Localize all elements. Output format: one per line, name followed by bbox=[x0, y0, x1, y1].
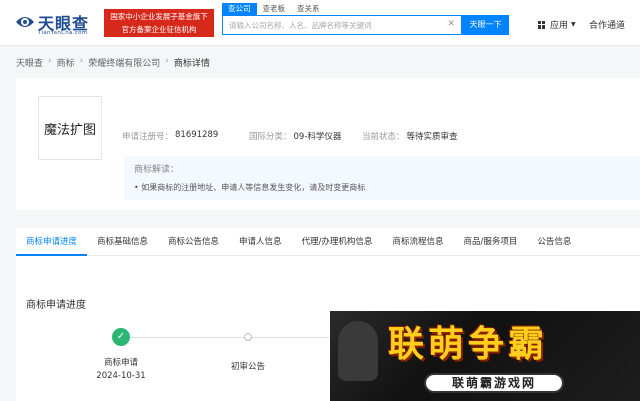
game-ad-overlay[interactable]: 联萌争霸 联萌霸游戏网 bbox=[330, 311, 640, 401]
grid-icon bbox=[538, 20, 546, 29]
cooperation-link[interactable]: 合作通道 bbox=[589, 18, 625, 31]
registration-number-value: 81691289 bbox=[175, 130, 219, 140]
search-tab-company[interactable]: 查公司 bbox=[222, 3, 257, 15]
search-tab-boss[interactable]: 查老板 bbox=[257, 3, 292, 15]
banner-line-2: 官方备案企业征信机构 bbox=[121, 25, 197, 34]
registration-number: 申请注册号： 81691289 bbox=[122, 130, 218, 142]
international-class-value: 09-科学仪器 bbox=[293, 132, 342, 142]
ad-subtitle: 联萌霸游戏网 bbox=[424, 373, 564, 393]
breadcrumb-separator: › bbox=[165, 56, 169, 66]
apps-menu[interactable]: 应用 ▼ bbox=[538, 18, 576, 31]
breadcrumb-company[interactable]: 荣耀终端有限公司 bbox=[88, 56, 160, 69]
logo-subtext: TianYanCha.com bbox=[38, 30, 88, 36]
current-status-value: 等待实质审查 bbox=[406, 132, 458, 142]
breadcrumb-separator: › bbox=[48, 56, 52, 66]
search-tab-relation[interactable]: 查关系 bbox=[291, 3, 326, 15]
tab-public-notice[interactable]: 公告信息 bbox=[527, 228, 581, 256]
clear-icon[interactable]: ✕ bbox=[447, 19, 455, 29]
progress-line bbox=[129, 337, 329, 338]
trademark-info-card: 魔法扩图 申请注册号： 81691289 国际分类： 09-科学仪器 当前状态：… bbox=[16, 78, 640, 210]
breadcrumb-trademark[interactable]: 商标 bbox=[57, 56, 75, 69]
check-icon: ✓ bbox=[112, 328, 130, 346]
chevron-down-icon: ▼ bbox=[571, 21, 576, 28]
search-tabs: 查公司 查老板 查关系 bbox=[222, 3, 326, 15]
breadcrumb-home[interactable]: 天眼查 bbox=[16, 56, 43, 69]
ad-figure-image bbox=[338, 321, 378, 381]
step-date-application: 2024-10-31 bbox=[96, 371, 146, 381]
credential-banner[interactable]: 国家中小企业发展子基金旗下 官方备案企业征信机构 bbox=[104, 9, 214, 37]
top-header: 天眼查 TianYanCha.com 国家中小企业发展子基金旗下 官方备案企业征… bbox=[0, 0, 640, 46]
step-label-preliminary: 初审公告 bbox=[230, 362, 265, 372]
eye-logo-icon bbox=[16, 17, 34, 27]
registration-number-label: 申请注册号： bbox=[122, 132, 174, 142]
tab-announcement-info[interactable]: 商标公告信息 bbox=[158, 228, 229, 256]
explanation-title: 商标解读： bbox=[134, 165, 180, 175]
breadcrumb-separator: › bbox=[79, 56, 84, 66]
tab-applicant-info[interactable]: 申请人信息 bbox=[229, 228, 292, 256]
international-class: 国际分类： 09-科学仪器 bbox=[249, 130, 341, 142]
ad-title: 联萌争霸 bbox=[388, 324, 549, 365]
tianyancha-logo[interactable]: 天眼查 TianYanCha.com bbox=[14, 10, 104, 38]
detail-tabs: 商标申请进度 商标基础信息 商标公告信息 申请人信息 代理/办理机构信息 商标流… bbox=[16, 228, 640, 256]
tab-goods-services[interactable]: 商品/服务项目 bbox=[453, 228, 527, 256]
tab-agency-info[interactable]: 代理/办理机构信息 bbox=[292, 228, 383, 256]
search-box: ✕ bbox=[222, 15, 462, 35]
trademark-explanation: 商标解读： • 如果商标的注册地址、申请人等信息发生变化，请及时变更商标 bbox=[124, 156, 640, 200]
step-label-application: 商标申请 bbox=[103, 358, 138, 368]
search-button[interactable]: 天眼一下 bbox=[462, 15, 509, 35]
progress-title: 商标申请进度 bbox=[26, 300, 86, 311]
breadcrumb: 天眼查 › 商标 › 荣耀终端有限公司 › 商标详情 bbox=[16, 56, 210, 69]
apps-label: 应用 bbox=[550, 21, 569, 31]
explanation-item: • 如果商标的注册地址、申请人等信息发生变化，请及时变更商标 bbox=[134, 183, 366, 192]
tab-basic-info[interactable]: 商标基础信息 bbox=[87, 228, 158, 256]
search-input[interactable] bbox=[223, 16, 443, 34]
current-status: 当前状态： 等待实质审查 bbox=[362, 130, 458, 142]
current-status-label: 当前状态： bbox=[362, 132, 405, 142]
tab-process-info[interactable]: 商标流程信息 bbox=[382, 228, 453, 256]
banner-line-1: 国家中小企业发展子基金旗下 bbox=[110, 12, 208, 21]
tab-application-progress[interactable]: 商标申请进度 bbox=[16, 228, 88, 256]
pending-step-dot bbox=[244, 333, 252, 341]
breadcrumb-current: 商标详情 bbox=[173, 59, 210, 69]
trademark-image: 魔法扩图 bbox=[38, 96, 102, 160]
international-class-label: 国际分类： bbox=[249, 132, 292, 142]
